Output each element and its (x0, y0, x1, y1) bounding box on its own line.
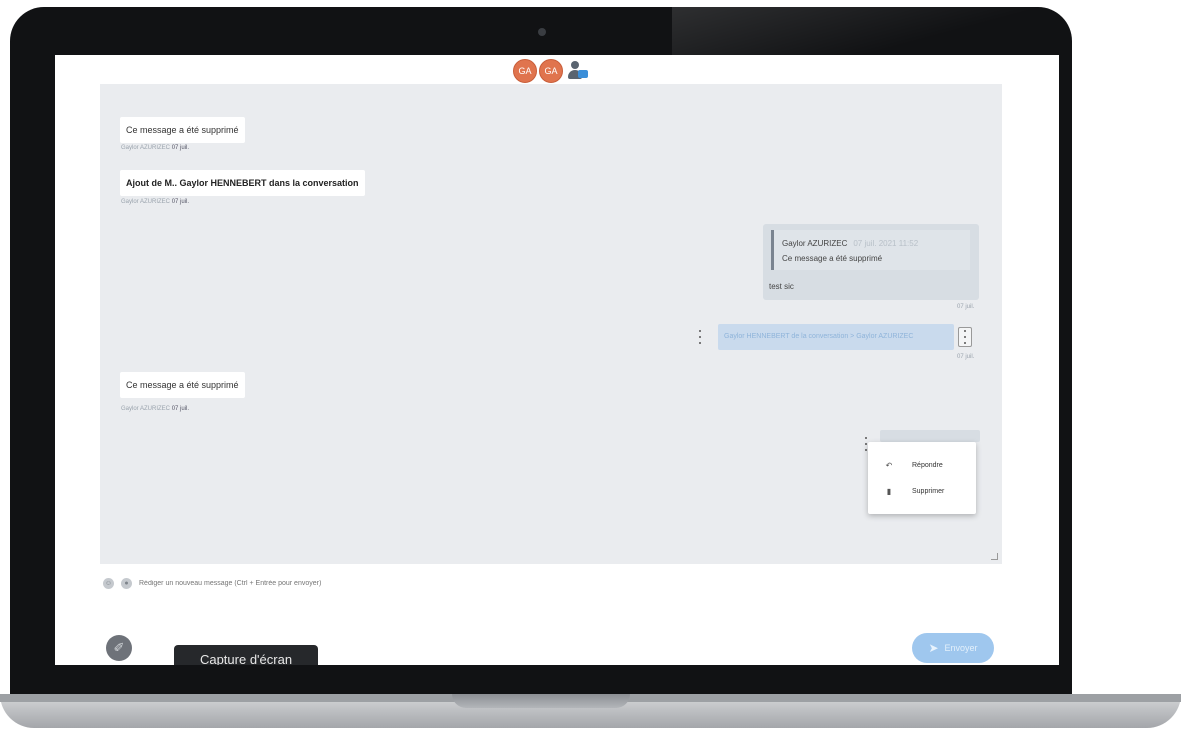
conversation-panel[interactable]: Ce message a été supprimé Gaylor AZURIZE… (100, 84, 1002, 564)
reply-message-bubble[interactable]: Gaylor AZURIZEC 07 juil. 2021 11:52 Ce me… (763, 224, 979, 300)
trash-icon: ▮ (886, 486, 892, 496)
participant-avatar[interactable]: GA (539, 59, 563, 83)
message-composer: ☺ ● (103, 578, 539, 589)
user-group-icon[interactable] (565, 60, 589, 82)
delete-label: Supprimer (912, 487, 945, 495)
message-meta: Gaylor AZURIZEC 07 juil. (121, 199, 189, 205)
kebab-icon (962, 330, 968, 344)
message-options-button[interactable] (958, 327, 972, 347)
message-date: 07 juil. (171, 145, 190, 151)
quoted-author-name: Gaylor AZURIZEC (782, 239, 848, 248)
message-author: Gaylor AZURIZEC (121, 199, 171, 205)
message-bubble[interactable] (880, 430, 980, 442)
emoji-icon[interactable]: ☺ (103, 578, 114, 589)
reply-text: test sic (769, 282, 794, 291)
quoted-text: Ce message a été supprimé (782, 254, 883, 263)
send-label: Envoyer (944, 643, 978, 653)
message-options-icon[interactable] (697, 330, 703, 344)
reply-menu-item[interactable]: ↶ Répondre (868, 454, 976, 476)
reply-label: Répondre (912, 461, 943, 469)
laptop-notch (452, 694, 630, 708)
message-text: Ce message a été supprimé (126, 380, 239, 390)
quoted-message[interactable]: Gaylor AZURIZEC 07 juil. 2021 11:52 Ce me… (771, 230, 970, 270)
webcam (538, 28, 546, 36)
participants-bar: GA GA (513, 59, 589, 83)
message-bubble[interactable]: Ce message a été supprimé (120, 372, 245, 398)
message-context-menu: ↶ Répondre ▮ Supprimer (868, 442, 976, 514)
paper-plane-icon: ➤ (928, 641, 939, 655)
send-button[interactable]: ➤ Envoyer (912, 633, 994, 663)
own-system-message[interactable]: Gaylor HENNEBERT de la conversation > Ga… (718, 324, 954, 350)
message-date: 07 juil. (171, 199, 190, 205)
message-bubble[interactable]: Ce message a été supprimé (120, 117, 245, 143)
system-message-text: Ajout de M.. Gaylor HENNEBERT dans la co… (126, 178, 359, 188)
message-author: Gaylor AZURIZEC (121, 145, 171, 151)
own-system-message-text: Gaylor HENNEBERT de la conversation > Ga… (724, 333, 914, 340)
message-time: 07 juil. (957, 304, 975, 310)
message-text: Ce message a été supprimé (126, 125, 239, 135)
reply-icon: ↶ (885, 460, 893, 470)
screenshot-tooltip: Capture d'écran (174, 645, 318, 665)
delete-menu-item[interactable]: ▮ Supprimer (868, 480, 976, 502)
message-author: Gaylor AZURIZEC (121, 406, 171, 412)
quoted-date: 07 juil. 2021 11:52 (853, 239, 919, 248)
paperclip-icon[interactable]: ✐ (106, 635, 132, 661)
message-time: 07 juil. (957, 354, 975, 360)
message-meta: Gaylor AZURIZEC 07 juil. (121, 145, 189, 151)
quoted-author: Gaylor AZURIZEC 07 juil. 2021 11:52 (782, 239, 918, 248)
laptop-screen: GA GA Ce message a été supprimé Gaylor A… (55, 55, 1059, 665)
message-input[interactable] (139, 580, 539, 587)
resize-handle[interactable] (991, 553, 998, 560)
laptop-frame: GA GA Ce message a été supprimé Gaylor A… (10, 7, 1072, 702)
message-meta: Gaylor AZURIZEC 07 juil. (121, 406, 189, 412)
system-message: Ajout de M.. Gaylor HENNEBERT dans la co… (120, 170, 365, 196)
participant-avatar[interactable]: GA (513, 59, 537, 83)
gif-icon[interactable]: ● (121, 578, 132, 589)
message-date: 07 juil. (171, 406, 190, 412)
